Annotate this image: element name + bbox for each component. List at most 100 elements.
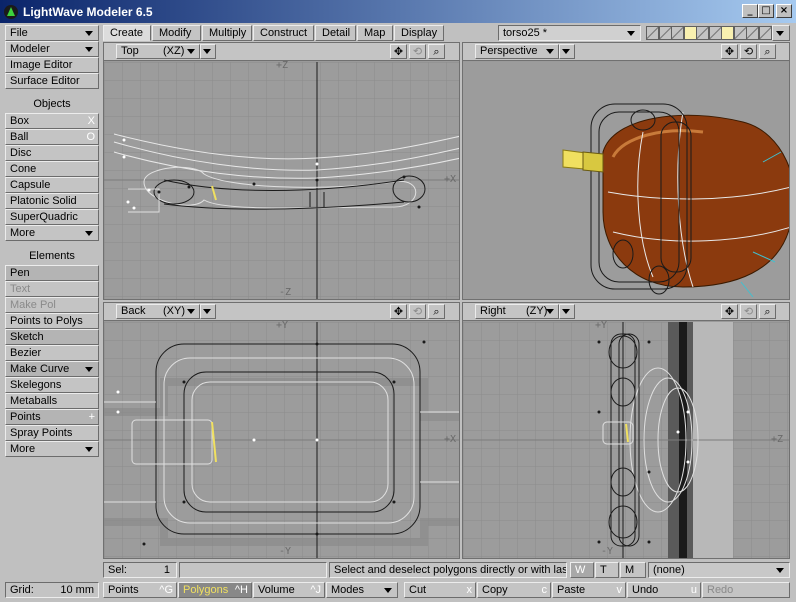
zoom-icon[interactable]: ⌕ xyxy=(759,304,776,319)
element-metaballs-button[interactable]: Metaballs xyxy=(5,393,99,409)
viewport-top-render-select[interactable] xyxy=(200,44,216,59)
object-ball-button[interactable]: Ball O xyxy=(5,129,99,145)
points-mode-button[interactable]: Points ^G xyxy=(103,582,177,598)
object-cone-button[interactable]: Cone xyxy=(5,161,99,177)
object-superquadric-button[interactable]: SuperQuadric xyxy=(5,209,99,225)
viewport-right-name: Right xyxy=(480,305,506,317)
wtm-t-button[interactable]: T xyxy=(595,562,619,578)
paste-button[interactable]: Paste v xyxy=(552,582,626,598)
zoom-icon[interactable]: ⌕ xyxy=(428,44,445,59)
layer-button[interactable] xyxy=(721,26,734,40)
axis-label-top: +Y xyxy=(595,320,608,331)
rotate-icon[interactable]: ⟲ xyxy=(740,44,757,59)
viewport-perspective-render-select[interactable] xyxy=(559,44,575,59)
copy-button[interactable]: Copy c xyxy=(477,582,551,598)
viewport-right-render-select[interactable] xyxy=(559,304,575,319)
object-platonic-solid-button[interactable]: Platonic Solid xyxy=(5,193,99,209)
polygons-mode-button[interactable]: Polygons ^H xyxy=(178,582,252,598)
rotate-icon[interactable]: ⟲ xyxy=(409,44,426,59)
viewport-back-view-select[interactable]: Back (XY) xyxy=(116,304,200,319)
element-sketch-button[interactable]: Sketch xyxy=(5,329,99,345)
tab-display[interactable]: Display xyxy=(394,25,444,41)
element-bezier-button[interactable]: Bezier xyxy=(5,345,99,361)
viewport-perspective-header: Perspective ✥ ⟲ ⌕ xyxy=(463,43,789,61)
viewport-perspective-view-select[interactable]: Perspective xyxy=(475,44,559,59)
element-make-curve-button[interactable]: Make Curve xyxy=(5,361,99,377)
element-text-button[interactable]: Text xyxy=(5,281,99,297)
tab-create[interactable]: Create xyxy=(103,25,151,41)
layer-menu-button[interactable] xyxy=(772,25,790,41)
zoom-icon[interactable]: ⌕ xyxy=(428,304,445,319)
surface-select[interactable]: (none) xyxy=(648,562,790,578)
object-box-button[interactable]: Box X xyxy=(5,113,99,129)
undo-button[interactable]: Undo u xyxy=(627,582,701,598)
modes-menu[interactable]: Modes xyxy=(326,582,398,598)
sidebar-empty-area xyxy=(5,460,99,576)
wtm-m-button[interactable]: M xyxy=(620,562,646,578)
object-capsule-button[interactable]: Capsule xyxy=(5,177,99,193)
layer-button[interactable] xyxy=(646,26,659,40)
axis-label-bottom: -Y xyxy=(601,546,614,557)
surface-editor-button[interactable]: Surface Editor xyxy=(5,73,99,89)
layer-button[interactable] xyxy=(708,26,722,40)
viewport-perspective-name: Perspective xyxy=(480,45,538,57)
volume-mode-button[interactable]: Volume ^J xyxy=(253,582,325,598)
tab-construct[interactable]: Construct xyxy=(253,25,314,41)
layer-button[interactable] xyxy=(671,26,684,40)
viewport-top[interactable]: Top (XZ) ✥ ⟲ ⌕ +Z +X -Z xyxy=(103,42,460,300)
viewport-top-canvas[interactable]: +Z +X -Z xyxy=(104,60,459,299)
rotate-icon[interactable]: ⟲ xyxy=(409,304,426,319)
viewport-right[interactable]: Right (ZY) ✥ ⟲ ⌕ +Y +Z -Y xyxy=(462,302,790,559)
layer-button[interactable] xyxy=(658,26,672,40)
viewport-top-view-select[interactable]: Top (XZ) xyxy=(116,44,200,59)
lightwave-logo-icon xyxy=(4,4,18,19)
element-more-button[interactable]: More xyxy=(5,441,99,457)
layer-button[interactable] xyxy=(733,26,747,40)
volume-mode-key: ^J xyxy=(310,584,321,596)
layer-button[interactable] xyxy=(683,26,697,40)
move-icon[interactable]: ✥ xyxy=(390,304,407,319)
layer-button[interactable] xyxy=(696,26,709,40)
redo-button[interactable]: Redo xyxy=(702,582,790,598)
move-icon[interactable]: ✥ xyxy=(721,304,738,319)
element-points-button[interactable]: Points + xyxy=(5,409,99,425)
object-disc-button[interactable]: Disc xyxy=(5,145,99,161)
viewport-back-canvas[interactable]: +Y +X -Y xyxy=(104,320,459,558)
object-superquadric-label: SuperQuadric xyxy=(10,211,78,223)
viewport-back-header: Back (XY) ✥ ⟲ ⌕ xyxy=(104,303,459,321)
rotate-icon[interactable]: ⟲ xyxy=(740,304,757,319)
image-editor-button[interactable]: Image Editor xyxy=(5,57,99,73)
tab-modify[interactable]: Modify xyxy=(152,25,201,41)
object-more-button[interactable]: More xyxy=(5,225,99,241)
wtm-w-button[interactable]: W xyxy=(570,562,594,578)
element-make-pol-label: Make Pol xyxy=(10,299,56,311)
zoom-icon[interactable]: ⌕ xyxy=(759,44,776,59)
element-skelegons-button[interactable]: Skelegons xyxy=(5,377,99,393)
viewport-right-canvas[interactable]: +Y +Z -Y xyxy=(463,320,789,558)
polygons-mode-label: Polygons xyxy=(183,584,229,596)
element-pen-button[interactable]: Pen xyxy=(5,265,99,281)
viewport-right-view-select[interactable]: Right (ZY) xyxy=(475,304,559,319)
move-icon[interactable]: ✥ xyxy=(721,44,738,59)
modeler-menu[interactable]: Modeler xyxy=(5,41,99,57)
move-icon[interactable]: ✥ xyxy=(390,44,407,59)
element-make-pol-button[interactable]: Make Pol xyxy=(5,297,99,313)
layer-button[interactable] xyxy=(758,26,772,40)
cut-button[interactable]: Cut x xyxy=(404,582,476,598)
element-metaballs-label: Metaballs xyxy=(10,395,58,407)
file-menu[interactable]: File xyxy=(5,25,99,41)
tab-multiply[interactable]: Multiply xyxy=(202,25,252,41)
layer-button[interactable] xyxy=(746,26,759,40)
viewport-perspective-canvas[interactable] xyxy=(463,62,789,299)
viewport-perspective[interactable]: Perspective ✥ ⟲ ⌕ xyxy=(462,42,790,300)
close-button[interactable]: × xyxy=(776,4,792,18)
tab-map[interactable]: Map xyxy=(357,25,393,41)
layer-select[interactable]: torso25 * xyxy=(498,25,641,41)
viewport-back-render-select[interactable] xyxy=(200,304,216,319)
element-spray-points-button[interactable]: Spray Points xyxy=(5,425,99,441)
minimize-button[interactable]: _ xyxy=(742,4,758,18)
element-points-to-polys-button[interactable]: Points to Polys xyxy=(5,313,99,329)
tab-detail[interactable]: Detail xyxy=(315,25,356,41)
viewport-back[interactable]: Back (XY) ✥ ⟲ ⌕ +Y +X -Y xyxy=(103,302,460,559)
maximize-button[interactable]: □ xyxy=(758,4,774,18)
